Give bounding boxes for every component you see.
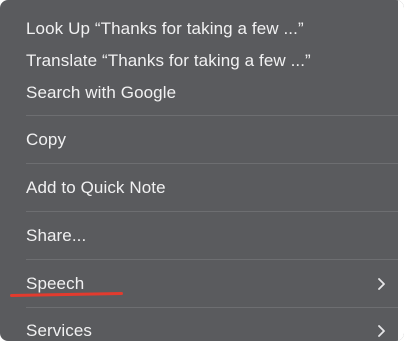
menu-item-label: Share...: [26, 226, 87, 245]
menu-separator: [26, 163, 398, 164]
menu-separator: [26, 211, 398, 212]
menu-item-label: Copy: [26, 130, 67, 149]
context-menu: Look Up “Thanks for taking a few ...” Tr…: [0, 0, 404, 341]
menu-item-search-with-google[interactable]: Search with Google: [0, 78, 404, 108]
menu-item-label: Look Up “Thanks for taking a few ...”: [26, 19, 304, 38]
menu-item-copy[interactable]: Copy: [0, 125, 404, 155]
menu-item-services[interactable]: Services: [0, 316, 404, 341]
menu-item-label: Translate “Thanks for taking a few ...”: [26, 51, 311, 70]
menu-item-label: Services: [26, 321, 92, 340]
menu-separator: [26, 115, 398, 116]
menu-item-label: Add to Quick Note: [26, 178, 166, 197]
chevron-right-icon: [374, 316, 388, 341]
window-edge: [398, 0, 404, 341]
menu-separator: [26, 259, 398, 260]
menu-item-add-to-quick-note[interactable]: Add to Quick Note: [0, 173, 404, 203]
menu-item-look-up[interactable]: Look Up “Thanks for taking a few ...”: [0, 14, 404, 44]
menu-item-translate[interactable]: Translate “Thanks for taking a few ...”: [0, 46, 404, 76]
menu-separator: [26, 307, 398, 308]
menu-item-label: Search with Google: [26, 83, 177, 102]
menu-item-share[interactable]: Share...: [0, 221, 404, 251]
chevron-right-icon: [374, 269, 388, 299]
